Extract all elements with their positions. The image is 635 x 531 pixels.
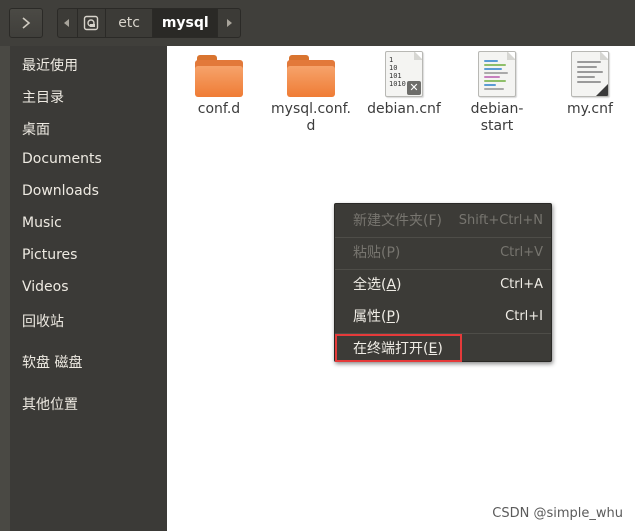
sidebar-item-other-locations[interactable]: 其他位置 xyxy=(22,394,78,414)
menu-item-properties[interactable]: 属性(P) Ctrl+I xyxy=(335,303,551,329)
menu-separator xyxy=(335,237,551,238)
sidebar-item-videos[interactable]: Videos xyxy=(22,279,69,295)
file-label: conf.d xyxy=(197,101,241,117)
highlight-box xyxy=(335,334,462,362)
breadcrumb: etc mysql xyxy=(57,8,241,38)
file-item-conf-d[interactable]: conf.d xyxy=(173,55,265,118)
path-segment-mysql[interactable]: mysql xyxy=(153,9,219,37)
forward-button[interactable] xyxy=(9,8,43,38)
path-bar: etc mysql xyxy=(0,0,635,46)
menu-separator xyxy=(335,269,551,270)
menu-item-new-folder[interactable]: 新建文件夹(F) Shift+Ctrl+N xyxy=(335,207,551,233)
menu-item-select-all[interactable]: 全选(A) Ctrl+A xyxy=(335,271,551,297)
folder-icon xyxy=(195,55,243,97)
triangle-left-icon xyxy=(64,19,70,27)
file-label-line2: d xyxy=(306,118,316,134)
sidebar-item-downloads[interactable]: Downloads xyxy=(22,183,99,199)
folder-icon xyxy=(287,55,335,97)
sidebar-item-pictures[interactable]: Pictures xyxy=(22,247,77,263)
text-file-icon xyxy=(571,51,609,97)
sidebar-item-recent[interactable]: 最近使用 xyxy=(22,55,78,75)
file-label: debian.cnf xyxy=(367,101,441,117)
sidebar-item-floppy[interactable]: 软盘 磁盘 xyxy=(22,352,82,372)
file-label-line2: start xyxy=(480,118,514,134)
close-icon: ✕ xyxy=(407,81,421,95)
file-label: mysql.conf. d xyxy=(265,101,357,135)
file-item-my-cnf[interactable]: my.cnf xyxy=(544,51,635,118)
file-item-debian-cnf[interactable]: 1 10 101 1010 ✕ debian.cnf xyxy=(358,51,450,118)
file-label: debian- start xyxy=(451,101,543,135)
file-item-mysql-conf-d[interactable]: mysql.conf. d xyxy=(265,55,357,135)
menu-item-paste[interactable]: 粘贴(P) Ctrl+V xyxy=(335,239,551,265)
file-label-line1: mysql.conf. xyxy=(271,101,351,117)
binary-file-icon: 1 10 101 1010 ✕ xyxy=(385,51,423,97)
path-scroll-right-button[interactable] xyxy=(218,9,240,37)
watermark: CSDN @simple_whu xyxy=(492,506,623,521)
file-label: my.cnf xyxy=(567,101,613,117)
drive-icon xyxy=(84,15,99,31)
file-item-debian-start[interactable]: debian- start xyxy=(451,51,543,135)
sidebar-item-music[interactable]: Music xyxy=(22,215,62,231)
path-root-button[interactable] xyxy=(78,9,106,37)
chevron-right-icon xyxy=(22,17,31,29)
triangle-right-icon xyxy=(227,19,233,27)
sidebar-item-documents[interactable]: Documents xyxy=(22,151,102,167)
path-segment-etc[interactable]: etc xyxy=(106,9,154,37)
symlink-icon xyxy=(596,84,608,96)
file-label-line1: debian- xyxy=(470,101,524,117)
sidebar-edge xyxy=(0,46,10,531)
sidebar-item-trash[interactable]: 回收站 xyxy=(22,311,64,331)
script-file-icon xyxy=(478,51,516,97)
sidebar-item-desktop[interactable]: 桌面 xyxy=(22,119,50,139)
sidebar-item-home[interactable]: 主目录 xyxy=(22,87,64,107)
path-scroll-left-button[interactable] xyxy=(58,9,78,37)
